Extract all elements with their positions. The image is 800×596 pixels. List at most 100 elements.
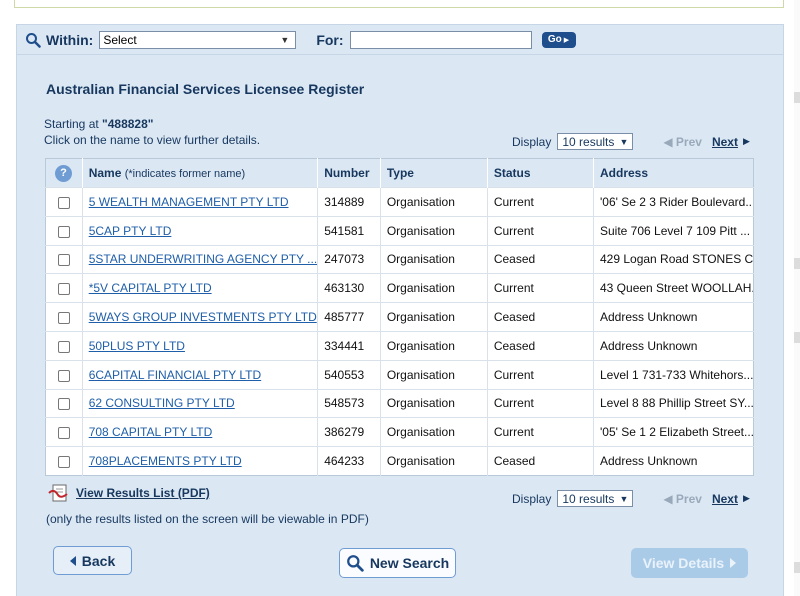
licensee-name-link[interactable]: *5V CAPITAL PTY LTD: [89, 281, 212, 295]
within-select-value: Select: [103, 32, 137, 47]
next-link[interactable]: Next: [712, 135, 738, 149]
status-cell: Current: [487, 215, 595, 246]
licensee-name-link[interactable]: 62 CONSULTING PTY LTD: [89, 396, 235, 410]
row-checkbox[interactable]: [58, 340, 70, 353]
status-cell: Current: [487, 359, 595, 390]
address-cell: '06' Se 2 3 Rider Boulevard...: [593, 187, 754, 217]
within-select[interactable]: Select ▼: [99, 30, 297, 49]
table-row: 5CAP PTY LTD 541581 Organisation Current Sui…: [45, 215, 754, 246]
rail-tick: [794, 332, 800, 343]
address-cell: 43 Queen Street WOOLLAH...: [593, 273, 754, 303]
row-checkbox-cell: [45, 187, 83, 217]
type-cell: Organisation: [380, 187, 488, 217]
starting-at-text: Starting at "488828": [44, 117, 153, 131]
status-cell: Ceased: [487, 446, 595, 476]
header-type[interactable]: Type: [380, 158, 488, 188]
row-checkbox[interactable]: [58, 369, 70, 382]
licensee-name-link[interactable]: 5 WEALTH MANAGEMENT PTY LTD: [89, 195, 289, 209]
new-search-label: New Search: [369, 555, 450, 571]
name-cell: 5 WEALTH MANAGEMENT PTY LTD: [82, 187, 319, 217]
type-cell: Organisation: [380, 273, 488, 303]
address-cell: Suite 706 Level 7 109 Pitt ...: [593, 215, 754, 246]
address-cell: Address Unknown: [593, 330, 754, 361]
table-row: *5V CAPITAL PTY LTD 463130 Organisation Cur…: [45, 273, 754, 303]
status-cell: Current: [487, 388, 595, 418]
row-checkbox[interactable]: [58, 398, 70, 411]
chevron-down-icon: ▼: [280, 34, 290, 45]
type-cell: Organisation: [380, 330, 488, 361]
licensee-name-link[interactable]: 5CAP PTY LTD: [89, 224, 172, 238]
row-checkbox[interactable]: [58, 311, 70, 324]
row-checkbox[interactable]: [58, 427, 70, 440]
header-name[interactable]: Name (*indicates former name): [82, 158, 319, 188]
table-row: 50PLUS PTY LTD 334441 Organisation Ceased Ad…: [45, 330, 754, 361]
pdf-file-icon: [48, 484, 68, 502]
licensee-name-link[interactable]: 5WAYS GROUP INVESTMENTS PTY LTD: [89, 310, 317, 324]
row-checkbox[interactable]: [58, 455, 70, 468]
row-checkbox-cell: [45, 417, 83, 447]
back-button-label: Back: [81, 552, 116, 569]
row-checkbox-cell: [45, 446, 83, 476]
row-checkbox[interactable]: [58, 254, 70, 267]
licensee-name-link[interactable]: 5STAR UNDERWRITING AGENCY PTY ...: [89, 252, 317, 266]
number-cell: 541581: [317, 215, 381, 246]
licensee-name-link[interactable]: 708 CAPITAL PTY LTD: [89, 425, 213, 439]
address-cell: 429 Logan Road STONES C...: [593, 244, 754, 274]
address-cell: Address Unknown: [593, 302, 754, 332]
name-cell: 5CAP PTY LTD: [82, 215, 319, 246]
licensee-name-link[interactable]: 708PLACEMENTS PTY LTD: [89, 454, 242, 468]
for-label: For:: [316, 31, 344, 48]
table-row: 5STAR UNDERWRITING AGENCY PTY ... 247073 O…: [45, 244, 754, 274]
header-number[interactable]: Number: [317, 158, 381, 188]
help-icon[interactable]: ?: [55, 164, 72, 182]
back-arrow-icon: [69, 555, 76, 566]
rail-tick: [794, 562, 800, 573]
address-cell: Level 1 731-733 Whitehors...: [593, 359, 754, 390]
number-cell: 334441: [317, 330, 381, 361]
pdf-note: (only the results listed on the screen w…: [46, 512, 369, 526]
results-per-page-select[interactable]: 10 results ▼: [557, 490, 634, 507]
address-cell: '05' Se 1 2 Elizabeth Street...: [593, 417, 754, 447]
display-label: Display: [512, 134, 552, 149]
type-cell: Organisation: [380, 359, 488, 390]
status-cell: Current: [487, 417, 595, 447]
rail-tick: [794, 92, 800, 103]
next-link[interactable]: Next: [712, 492, 738, 506]
type-cell: Organisation: [380, 302, 488, 332]
type-cell: Organisation: [380, 446, 488, 476]
go-button[interactable]: Go ▶: [541, 31, 576, 48]
search-icon: [346, 555, 364, 572]
name-cell: 708 CAPITAL PTY LTD: [82, 417, 319, 447]
header-address[interactable]: Address: [593, 158, 754, 188]
for-input[interactable]: [349, 30, 532, 49]
within-label: Within:: [46, 31, 94, 48]
view-details-button[interactable]: View Details: [631, 548, 748, 578]
next-arrow-icon: ▶: [742, 136, 750, 146]
chevron-down-icon: ▼: [619, 493, 629, 504]
results-per-page-value: 10 results: [562, 134, 615, 149]
number-cell: 247073: [317, 244, 381, 274]
licensee-name-link[interactable]: 50PLUS PTY LTD: [89, 339, 185, 353]
row-checkbox[interactable]: [58, 225, 70, 238]
results-per-page-select[interactable]: 10 results ▼: [557, 133, 634, 150]
back-button[interactable]: Back: [53, 546, 132, 575]
number-cell: 464233: [317, 446, 381, 476]
row-checkbox-cell: [45, 388, 83, 418]
number-cell: 463130: [317, 273, 381, 303]
new-search-button[interactable]: New Search: [339, 548, 456, 578]
view-results-pdf-link[interactable]: View Results List (PDF): [76, 486, 210, 500]
row-checkbox-cell: [45, 215, 83, 246]
name-cell: 708PLACEMENTS PTY LTD: [82, 446, 319, 476]
number-cell: 548573: [317, 388, 381, 418]
name-cell: 5STAR UNDERWRITING AGENCY PTY ...: [82, 244, 319, 274]
address-cell: Address Unknown: [593, 446, 754, 476]
row-checkbox[interactable]: [58, 196, 70, 209]
table-row: 708 CAPITAL PTY LTD 386279 Organisation Cur…: [45, 417, 754, 447]
row-checkbox[interactable]: [58, 283, 70, 296]
table-row: 5 WEALTH MANAGEMENT PTY LTD 314889 Organis…: [45, 187, 754, 217]
table-row: 5WAYS GROUP INVESTMENTS PTY LTD 485777 Org…: [45, 302, 754, 332]
licensee-name-link[interactable]: 6CAPITAL FINANCIAL PTY LTD: [89, 368, 262, 382]
status-cell: Current: [487, 273, 595, 303]
header-status[interactable]: Status: [487, 158, 595, 188]
row-checkbox-cell: [45, 359, 83, 390]
